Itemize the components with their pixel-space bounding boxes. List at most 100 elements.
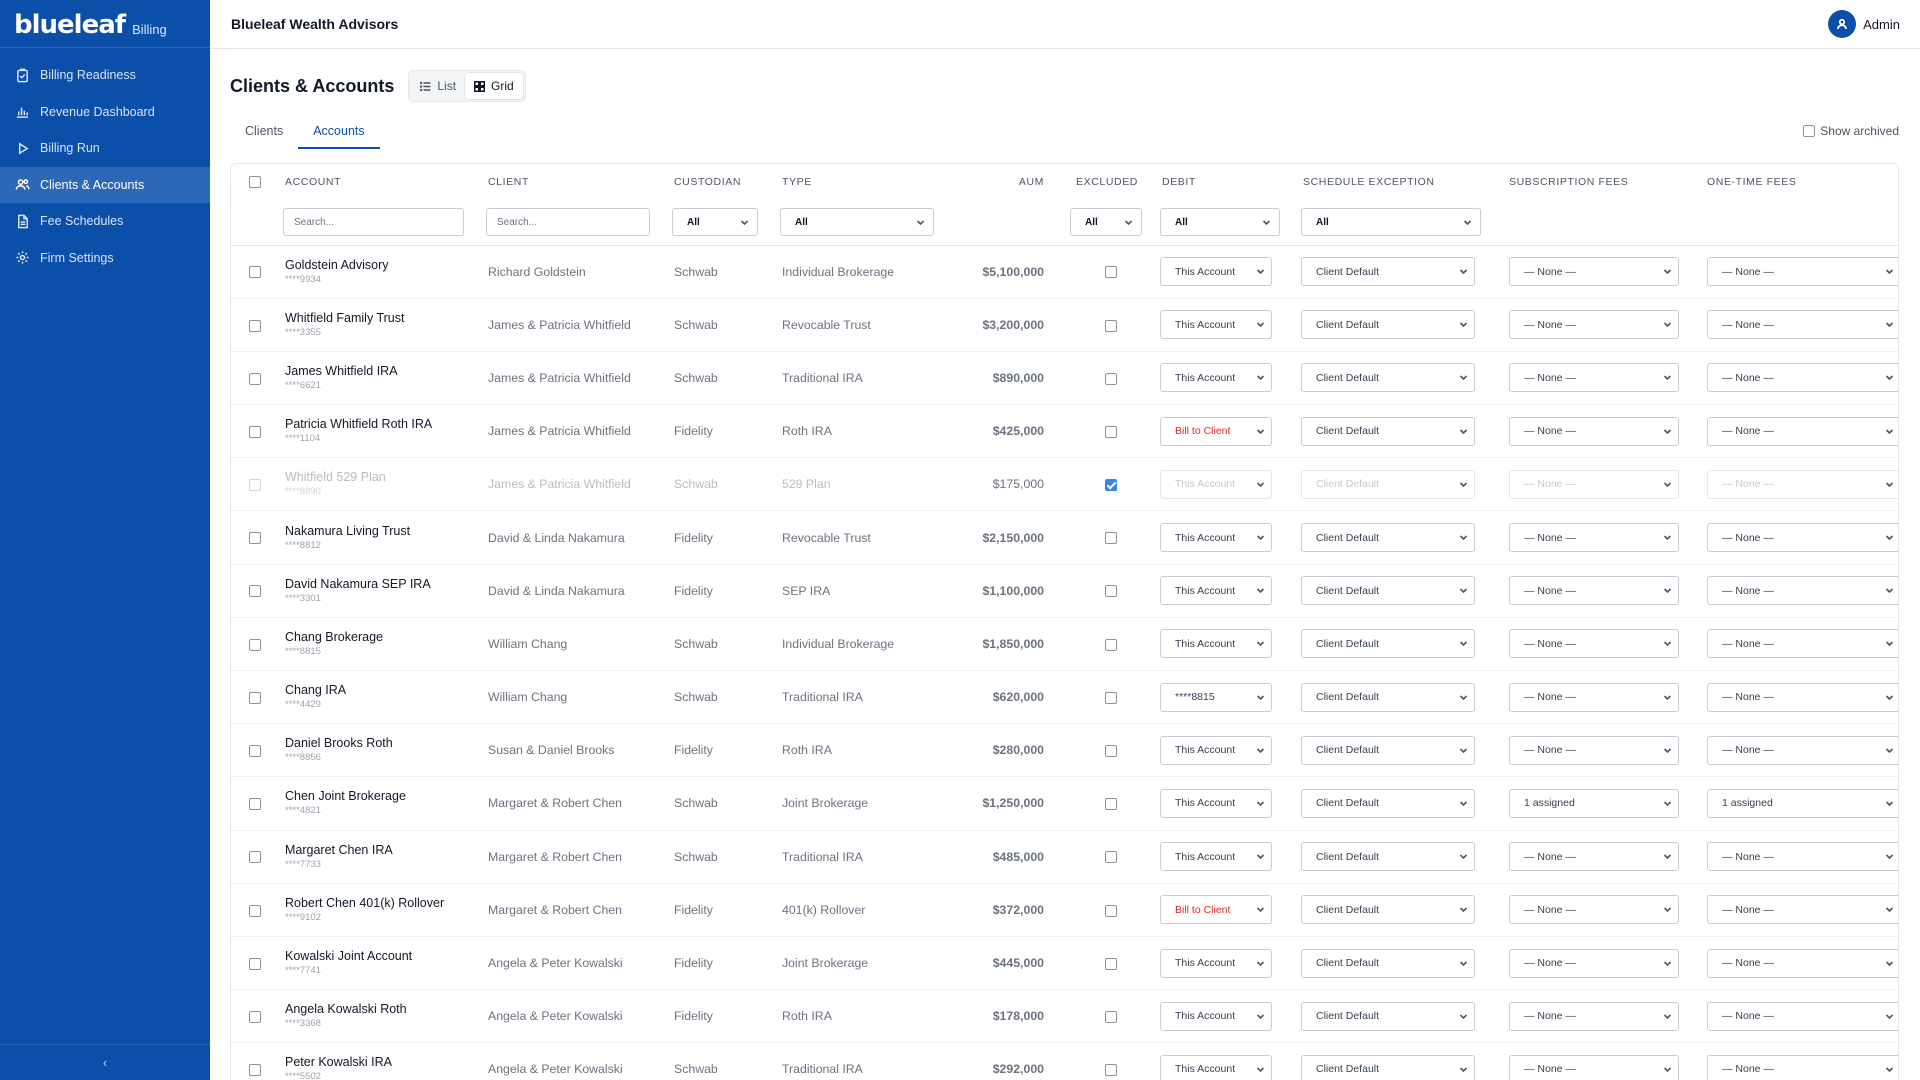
debit-select[interactable]: This Account xyxy=(1160,629,1272,659)
one-time-fees-select[interactable]: — None — xyxy=(1707,895,1898,925)
excluded-checkbox[interactable] xyxy=(1105,851,1117,864)
schedule-exception-select[interactable]: Client Default xyxy=(1301,416,1475,446)
type-filter-select[interactable]: All xyxy=(780,208,934,237)
excluded-checkbox[interactable] xyxy=(1105,745,1117,758)
debit-select[interactable]: This Account xyxy=(1160,735,1272,765)
table-row[interactable]: Chang Brokerage ****8815 William Chang Schw… xyxy=(231,617,1898,672)
sidebar-item-billing-run[interactable]: Billing Run xyxy=(0,130,210,167)
account-name[interactable]: Peter Kowalski IRA xyxy=(285,1055,478,1070)
debit-select[interactable]: This Account xyxy=(1160,1054,1272,1080)
table-row[interactable]: James Whitfield IRA ****6621 James & Patri… xyxy=(231,351,1898,406)
show-archived-checkbox[interactable] xyxy=(1803,125,1816,137)
row-select-checkbox[interactable] xyxy=(249,266,261,279)
subscription-fees-select[interactable]: — None — xyxy=(1509,629,1679,659)
schedule-exception-select[interactable]: Client Default xyxy=(1301,469,1475,499)
schedule-exception-select[interactable]: Client Default xyxy=(1301,682,1475,712)
account-name[interactable]: James Whitfield IRA xyxy=(285,364,478,379)
excluded-checkbox[interactable] xyxy=(1105,957,1117,970)
schedule-exception-select[interactable]: Client Default xyxy=(1301,310,1475,340)
brand-logo[interactable]: blueleaf xyxy=(14,12,126,38)
sidebar-collapse-button[interactable]: ‹ xyxy=(0,1044,210,1080)
column-subscription-fees[interactable]: SUBSCRIPTION FEES xyxy=(1499,164,1697,200)
subscription-fees-select[interactable]: — None — xyxy=(1509,576,1679,606)
select-all-checkbox[interactable] xyxy=(249,176,261,189)
account-name[interactable]: Patricia Whitfield Roth IRA xyxy=(285,417,478,432)
column-one-time-fees[interactable]: ONE-TIME FEES xyxy=(1697,164,1898,200)
subscription-fees-select[interactable]: — None — xyxy=(1509,895,1679,925)
debit-select[interactable]: Bill to Client xyxy=(1160,895,1272,925)
one-time-fees-select[interactable]: — None — xyxy=(1707,842,1898,872)
subscription-fees-select[interactable]: 1 assigned xyxy=(1509,788,1679,818)
table-row[interactable]: Robert Chen 401(k) Rollover ****9102 Marga… xyxy=(231,883,1898,937)
excluded-checkbox[interactable] xyxy=(1105,319,1117,332)
column-account[interactable]: ACCOUNT xyxy=(279,164,482,200)
schedule-exception-select[interactable]: Client Default xyxy=(1301,895,1475,925)
subscription-fees-select[interactable]: — None — xyxy=(1509,682,1679,712)
account-name[interactable]: Whitfield Family Trust xyxy=(285,311,478,326)
table-row[interactable]: Daniel Brooks Roth ****8856 Susan & Daniel… xyxy=(231,723,1898,778)
table-row[interactable]: Peter Kowalski IRA ****5502 Angela & Peter… xyxy=(231,1042,1898,1080)
row-select-checkbox[interactable] xyxy=(249,745,261,758)
debit-select[interactable]: This Account xyxy=(1160,469,1272,499)
account-name[interactable]: Chang IRA xyxy=(285,683,478,698)
row-select-checkbox[interactable] xyxy=(249,798,261,811)
show-archived-toggle[interactable]: Show archived xyxy=(1803,124,1899,138)
sidebar-item-firm-settings[interactable]: Firm Settings xyxy=(0,240,210,277)
excluded-checkbox[interactable] xyxy=(1105,479,1117,492)
debit-select[interactable]: This Account xyxy=(1160,842,1272,872)
row-select-checkbox[interactable] xyxy=(249,1010,261,1023)
excluded-checkbox[interactable] xyxy=(1105,904,1117,917)
account-name[interactable]: Whitfield 529 Plan xyxy=(285,470,478,485)
excluded-checkbox[interactable] xyxy=(1105,585,1117,598)
schedule-exception-select[interactable]: Client Default xyxy=(1301,1001,1475,1031)
row-select-checkbox[interactable] xyxy=(249,372,261,385)
column-schedule-exception[interactable]: SCHEDULE EXCEPTION xyxy=(1297,164,1499,200)
schedule-exception-select[interactable]: Client Default xyxy=(1301,629,1475,659)
schedule-exception-select[interactable]: Client Default xyxy=(1301,576,1475,606)
account-name[interactable]: Nakamura Living Trust xyxy=(285,524,478,539)
subscription-fees-select[interactable]: — None — xyxy=(1509,416,1679,446)
debit-select[interactable]: This Account xyxy=(1160,523,1272,553)
table-row[interactable]: Nakamura Living Trust ****8812 David & Lin… xyxy=(231,510,1898,565)
excluded-checkbox[interactable] xyxy=(1105,1064,1117,1077)
one-time-fees-select[interactable]: — None — xyxy=(1707,735,1898,765)
subscription-fees-select[interactable]: — None — xyxy=(1509,257,1679,287)
user-menu[interactable]: Admin xyxy=(1828,10,1900,38)
subscription-fees-select[interactable]: — None — xyxy=(1509,363,1679,393)
schedule-exception-select[interactable]: Client Default xyxy=(1301,735,1475,765)
one-time-fees-select[interactable]: — None — xyxy=(1707,629,1898,659)
row-select-checkbox[interactable] xyxy=(249,532,261,545)
row-select-checkbox[interactable] xyxy=(249,851,261,864)
table-row[interactable]: Whitfield 529 Plan ****8890 James & Patric… xyxy=(231,457,1898,512)
column-excluded[interactable]: EXCLUDED xyxy=(1066,164,1156,200)
debit-select[interactable]: This Account xyxy=(1160,788,1272,818)
subscription-fees-select[interactable]: — None — xyxy=(1509,469,1679,499)
table-row[interactable]: Chang IRA ****4429 William Chang Schwab Trad… xyxy=(231,670,1898,725)
grid-view-button[interactable]: Grid xyxy=(465,73,523,99)
sidebar-item-clients-accounts[interactable]: Clients & Accounts xyxy=(0,166,210,203)
debit-filter-select[interactable]: All xyxy=(1160,208,1280,237)
table-row[interactable]: Angela Kowalski Roth ****3368 Angela & Pet… xyxy=(231,989,1898,1044)
table-row[interactable]: Margaret Chen IRA ****7733 Margaret & Robe… xyxy=(231,830,1898,884)
schedule-exception-select[interactable]: Client Default xyxy=(1301,363,1475,393)
one-time-fees-select[interactable]: — None — xyxy=(1707,576,1898,606)
one-time-fees-select[interactable]: — None — xyxy=(1707,310,1898,340)
row-select-checkbox[interactable] xyxy=(249,904,261,917)
client-search-input[interactable]: Search... xyxy=(486,208,650,237)
account-name[interactable]: Angela Kowalski Roth xyxy=(285,1002,478,1017)
column-type[interactable]: TYPE xyxy=(776,164,956,200)
subscription-fees-select[interactable]: — None — xyxy=(1509,842,1679,872)
account-name[interactable]: Goldstein Advisory xyxy=(285,258,478,273)
sidebar-item-billing-readiness[interactable]: Billing Readiness xyxy=(0,57,210,94)
schedule-exception-select[interactable]: Client Default xyxy=(1301,948,1475,978)
one-time-fees-select[interactable]: — None — xyxy=(1707,523,1898,553)
excluded-checkbox[interactable] xyxy=(1105,691,1117,704)
debit-select[interactable]: This Account xyxy=(1160,363,1272,393)
schedule-exception-select[interactable]: Client Default xyxy=(1301,788,1475,818)
account-search-input[interactable]: Search... xyxy=(283,208,464,237)
table-row[interactable]: Patricia Whitfield Roth IRA ****1104 James… xyxy=(231,404,1898,459)
sidebar-item-fee-schedules[interactable]: Fee Schedules xyxy=(0,203,210,240)
debit-select[interactable]: This Account xyxy=(1160,310,1272,340)
subscription-fees-select[interactable]: — None — xyxy=(1509,523,1679,553)
column-aum[interactable]: AUM xyxy=(956,164,1066,200)
